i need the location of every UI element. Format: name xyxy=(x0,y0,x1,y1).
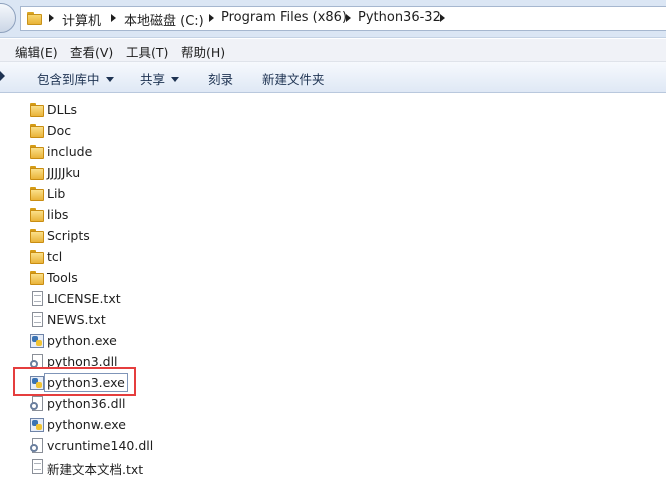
burn-button[interactable]: 刻录 xyxy=(208,69,233,88)
menu-tools[interactable]: 工具(T) xyxy=(126,42,168,61)
dll-file-icon xyxy=(29,396,45,412)
file-name: python.exe xyxy=(47,333,117,348)
file-item-python-exe[interactable]: python.exe xyxy=(28,331,248,351)
folder-icon xyxy=(29,228,45,244)
file-name: Lib xyxy=(47,186,66,201)
file-name: Doc xyxy=(47,123,72,138)
file-name: vcruntime140.dll xyxy=(47,438,154,453)
file-item-license[interactable]: LICENSE.txt xyxy=(28,289,248,309)
folder-icon xyxy=(29,207,45,223)
dll-file-icon xyxy=(29,438,45,454)
include-in-library-button[interactable]: 包含到库中 xyxy=(37,69,114,88)
file-item-new-text-doc[interactable]: 新建文本文档.txt xyxy=(28,457,248,477)
organize-button-stub[interactable] xyxy=(0,71,5,81)
chevron-right-icon[interactable] xyxy=(111,14,116,22)
breadcrumb-program-files[interactable]: Program Files (x86) xyxy=(221,10,347,25)
file-item-include[interactable]: include xyxy=(28,142,248,162)
highlight-annotation-box xyxy=(13,367,136,396)
file-item-python36-dll[interactable]: python36.dll xyxy=(28,394,248,414)
file-item-doc[interactable]: Doc xyxy=(28,121,248,141)
menu-edit[interactable]: 编辑(E) xyxy=(15,42,58,61)
breadcrumb-python36[interactable]: Python36-32 xyxy=(358,10,441,25)
file-item-vcruntime[interactable]: vcruntime140.dll xyxy=(28,436,248,456)
file-name: include xyxy=(47,144,93,159)
chevron-right-icon[interactable] xyxy=(49,14,54,22)
folder-icon xyxy=(27,12,43,25)
folder-icon xyxy=(29,123,45,139)
file-item-tools[interactable]: Tools xyxy=(28,268,248,288)
file-item-news[interactable]: NEWS.txt xyxy=(28,310,248,330)
chevron-down-icon xyxy=(171,77,180,82)
breadcrumb-computer[interactable]: 计算机 xyxy=(62,10,101,29)
text-file-icon xyxy=(29,312,45,328)
share-label: 共享 xyxy=(140,72,166,87)
file-item-tcl[interactable]: tcl xyxy=(28,247,248,267)
file-name: python36.dll xyxy=(47,396,126,411)
file-item-pythonw-exe[interactable]: pythonw.exe xyxy=(28,415,248,435)
file-name: JJJJJku xyxy=(47,165,81,180)
file-item-jjjjjku[interactable]: JJJJJku xyxy=(28,163,248,183)
file-name: libs xyxy=(47,207,69,222)
include-in-library-label: 包含到库中 xyxy=(37,72,100,87)
file-name: DLLs xyxy=(47,102,78,117)
chevron-right-icon[interactable] xyxy=(440,14,445,22)
back-button[interactable] xyxy=(0,3,16,33)
file-item-dlls[interactable]: DLLs xyxy=(28,100,248,120)
file-item-scripts[interactable]: Scripts xyxy=(28,226,248,246)
file-name: Tools xyxy=(47,270,78,285)
folder-icon xyxy=(29,102,45,118)
menu-help[interactable]: 帮助(H) xyxy=(181,42,225,61)
new-folder-button[interactable]: 新建文件夹 xyxy=(262,69,325,88)
file-item-libs[interactable]: libs xyxy=(28,205,248,225)
menu-bar: 编辑(E) 查看(V) 工具(T) 帮助(H) xyxy=(0,39,666,62)
text-file-icon xyxy=(29,291,45,307)
folder-icon xyxy=(29,270,45,286)
file-name: 新建文本文档.txt xyxy=(47,462,144,477)
folder-icon xyxy=(29,186,45,202)
folder-icon xyxy=(29,144,45,160)
file-item-lib[interactable]: Lib xyxy=(28,184,248,204)
file-name: tcl xyxy=(47,249,63,264)
text-file-icon xyxy=(29,459,45,475)
command-bar: 包含到库中 共享 刻录 新建文件夹 xyxy=(0,62,666,93)
chevron-down-icon xyxy=(105,77,114,82)
folder-icon xyxy=(29,249,45,265)
python-exe-icon xyxy=(29,417,45,433)
chevron-right-icon[interactable] xyxy=(209,14,214,22)
file-name: NEWS.txt xyxy=(47,312,106,327)
file-name: LICENSE.txt xyxy=(47,291,121,306)
file-name: pythonw.exe xyxy=(47,417,126,432)
folder-icon xyxy=(29,165,45,181)
address-field[interactable]: 计算机 本地磁盘 (C:) Program Files (x86) Python… xyxy=(20,6,666,31)
address-bar: 计算机 本地磁盘 (C:) Program Files (x86) Python… xyxy=(0,0,666,38)
file-list: DLLs Doc include JJJJJku Lib libs Script… xyxy=(0,94,666,487)
file-name: Scripts xyxy=(47,228,90,243)
breadcrumb-local-disk[interactable]: 本地磁盘 (C:) xyxy=(124,10,204,29)
share-button[interactable]: 共享 xyxy=(140,69,180,88)
chevron-right-icon[interactable] xyxy=(346,14,351,22)
python-exe-icon xyxy=(29,333,45,349)
menu-view[interactable]: 查看(V) xyxy=(70,42,113,61)
